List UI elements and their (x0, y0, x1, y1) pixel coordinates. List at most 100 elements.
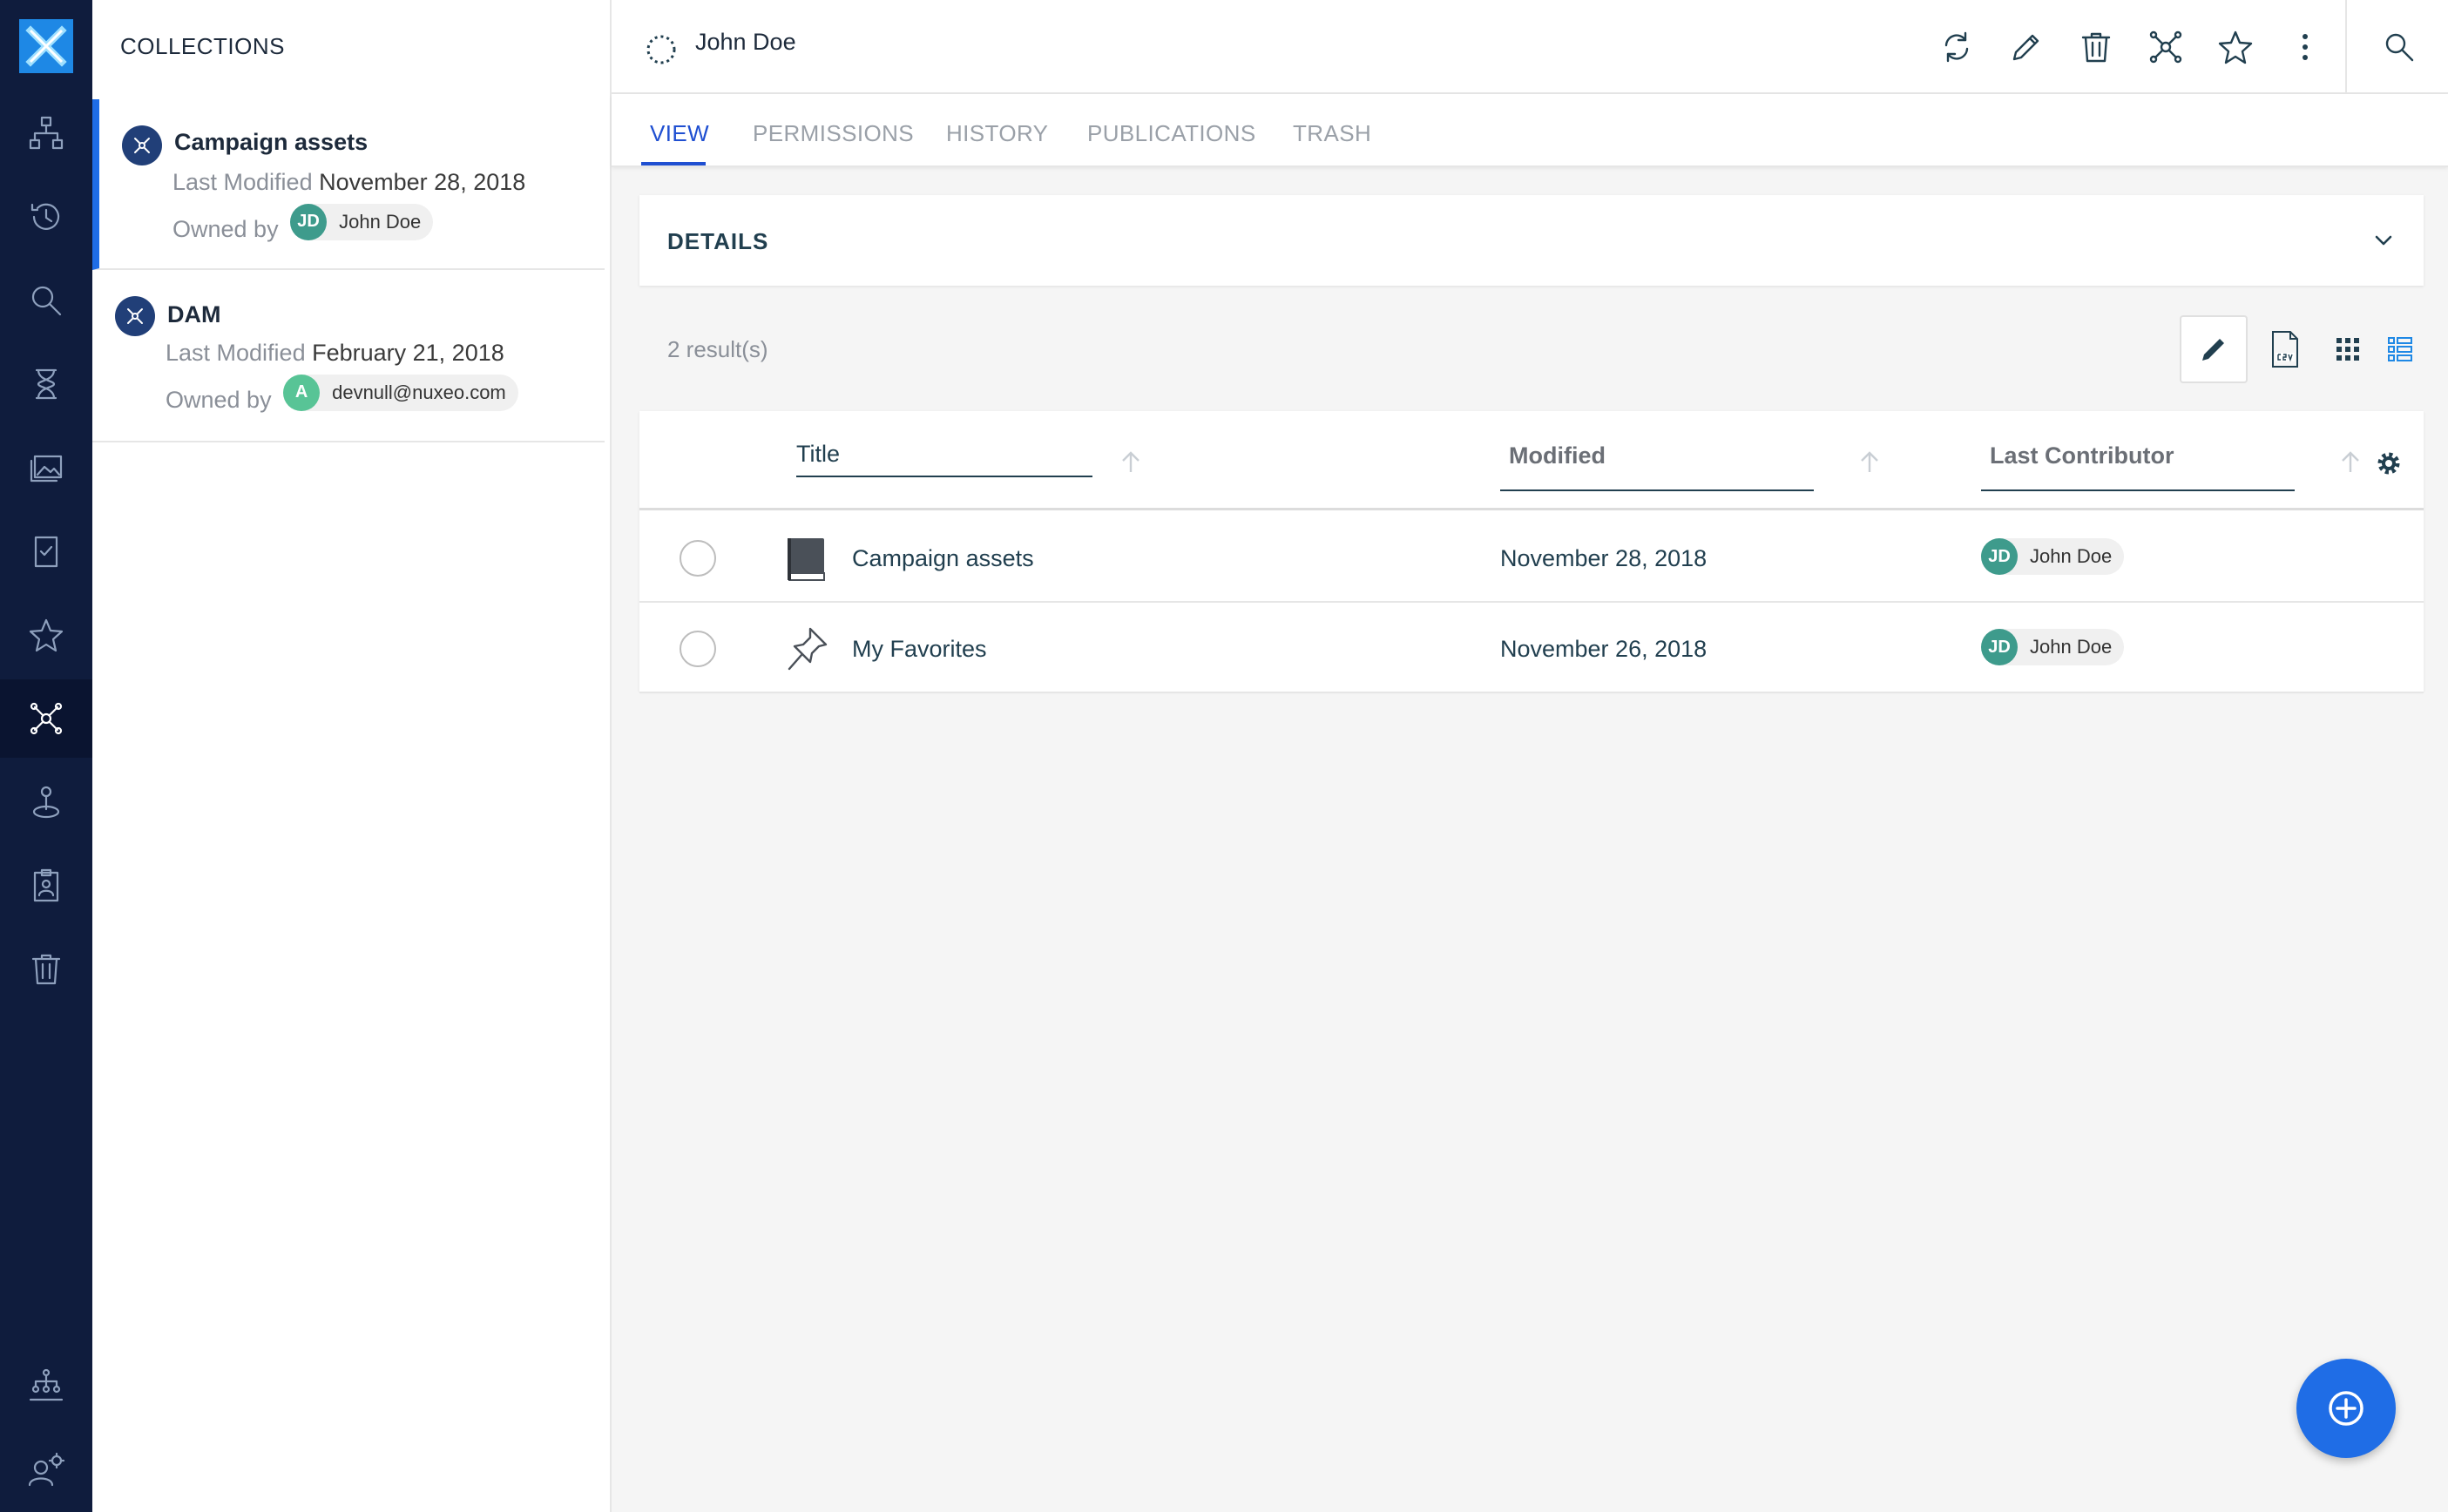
collection-item-campaign-assets[interactable]: Campaign assets Last Modified November 2… (92, 99, 605, 270)
nav-browse[interactable] (0, 94, 92, 172)
export-csv-button[interactable] (2251, 315, 2319, 383)
tab-publications[interactable]: PUBLICATIONS (1087, 120, 1256, 147)
avatar: A (283, 374, 321, 411)
collection-owner: Owned by JD John Doe (172, 200, 434, 243)
pencil-icon (2202, 339, 2224, 361)
more-vertical-icon (2303, 34, 2308, 60)
nav-user-settings[interactable] (0, 1432, 92, 1510)
nuxeo-logo[interactable] (19, 19, 73, 73)
collection-title: DAM (167, 301, 221, 327)
pencil-icon (2012, 34, 2039, 61)
pin-icon (788, 627, 828, 671)
collection-icon (115, 296, 155, 336)
collection-item-dam[interactable]: DAM Last Modified February 21, 2018 Owne… (92, 272, 605, 442)
more-menu-button[interactable] (2282, 24, 2328, 70)
avatar: JD (1981, 629, 2018, 665)
nav-favorites[interactable] (0, 596, 92, 674)
nav-personal-workspace[interactable] (0, 763, 92, 841)
document-title: John Doe (695, 29, 796, 55)
avatar: JD (1981, 538, 2018, 575)
star-icon (2218, 30, 2253, 64)
nav-administration[interactable] (0, 1347, 92, 1425)
row-select-checkbox[interactable] (680, 540, 716, 577)
tab-permissions[interactable]: PERMISSIONS (753, 120, 914, 147)
sync-icon (1944, 31, 1969, 63)
header-divider (2345, 0, 2347, 92)
row-contributor: JD John Doe (1981, 538, 2125, 575)
tab-view[interactable]: VIEW (650, 120, 709, 147)
chevron-down-icon[interactable] (2370, 226, 2397, 254)
results-count: 2 result(s) (667, 336, 768, 362)
document-header: John Doe (612, 0, 2448, 94)
sort-arrow-icon[interactable] (1115, 446, 1146, 477)
book-icon (788, 538, 825, 581)
edit-button[interactable] (2004, 24, 2049, 70)
panel-title: COLLECTIONS (120, 33, 285, 59)
row-modified: November 26, 2018 (1500, 636, 1708, 662)
nav-assets[interactable] (0, 429, 92, 507)
table-header: Title Modified Last Contributor (639, 411, 2424, 510)
sitemap-icon (29, 116, 64, 150)
add-circle-icon (2329, 1391, 2363, 1426)
add-document-fab[interactable] (2296, 1359, 2396, 1458)
delete-button[interactable] (2073, 24, 2119, 70)
title-filter[interactable]: Title (796, 441, 1092, 477)
add-to-collection-button[interactable] (2143, 24, 2188, 70)
search-button[interactable] (2377, 24, 2422, 70)
row-select-checkbox[interactable] (680, 631, 716, 667)
favorite-button[interactable] (2213, 24, 2258, 70)
tab-history[interactable]: HISTORY (946, 120, 1048, 147)
collection-title: Campaign assets (174, 129, 369, 155)
trash-icon (2081, 32, 2111, 63)
history-icon (30, 203, 60, 230)
tab-trash[interactable]: TRASH (1293, 120, 1371, 147)
csv-file-icon (2272, 331, 2298, 368)
nav-tasks[interactable] (0, 512, 92, 591)
owner-chip[interactable]: JD John Doe (290, 203, 434, 240)
details-card[interactable]: DETAILS (639, 195, 2424, 286)
table-row[interactable]: Campaign assets November 28, 2018 JD John… (639, 512, 2424, 603)
trash-icon (31, 954, 61, 985)
collections-panel: COLLECTIONS Campaign assets Last Modifie… (92, 0, 612, 1512)
nav-search[interactable] (0, 261, 92, 340)
search-icon (31, 286, 62, 316)
contributor-chip[interactable]: JD John Doe (1981, 629, 2125, 665)
nav-collections[interactable] (0, 679, 92, 758)
contributor-chip[interactable]: JD John Doe (1981, 538, 2125, 575)
row-title[interactable]: My Favorites (852, 636, 987, 663)
hourglass-icon (35, 368, 57, 400)
results-table: Title Modified Last Contributor Campaign… (639, 411, 2424, 693)
list-icon (2388, 337, 2412, 361)
collection-owner: Owned by Adevnull@nuxeo.com (166, 371, 518, 414)
document-tabs: VIEW PERMISSIONS HISTORY PUBLICATIONS TR… (612, 94, 2448, 167)
sort-arrow-icon[interactable] (1854, 446, 1885, 477)
collections-icon (2149, 30, 2182, 64)
org-chart-icon (29, 1368, 64, 1401)
collection-modified: Last Modified February 21, 2018 (166, 340, 504, 366)
gear-icon[interactable] (2373, 448, 2404, 479)
search-icon (2385, 33, 2414, 62)
list-view-button[interactable] (2366, 315, 2434, 383)
edit-selection-button[interactable] (2180, 315, 2248, 383)
person-pin-icon (32, 786, 60, 819)
nav-trash[interactable] (0, 930, 92, 1009)
row-contributor: JD John Doe (1981, 629, 2125, 665)
avatar: JD (290, 203, 328, 240)
task-list-icon (34, 536, 58, 568)
collection-modified: Last Modified November 28, 2018 (172, 169, 526, 195)
collections-icon (30, 702, 63, 735)
dotted-circle-icon (646, 35, 676, 64)
nav-clipboard[interactable] (0, 847, 92, 925)
collection-icon (122, 125, 162, 165)
sort-arrow-icon[interactable] (2335, 446, 2366, 477)
nav-recent[interactable] (0, 178, 92, 256)
sync-button[interactable] (1934, 24, 1979, 70)
star-icon (29, 618, 64, 652)
table-row[interactable]: My Favorites November 26, 2018 JD John Do… (639, 603, 2424, 693)
row-title[interactable]: Campaign assets (852, 545, 1034, 572)
owner-chip[interactable]: Adevnull@nuxeo.com (283, 374, 518, 411)
contributor-filter[interactable]: Last Contributor (1981, 442, 2303, 491)
nav-expired[interactable] (0, 345, 92, 423)
clipboard-user-icon (33, 868, 59, 902)
modified-filter[interactable]: Modified (1500, 442, 1822, 491)
